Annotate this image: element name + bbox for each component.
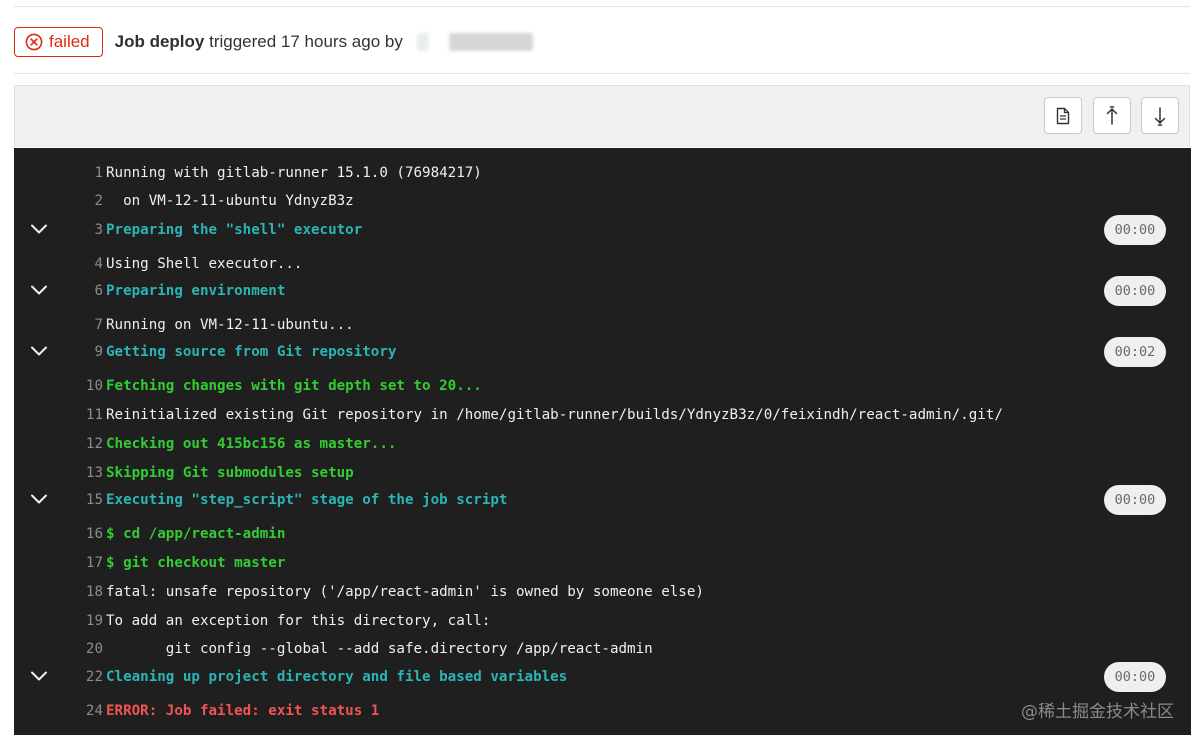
- chevron-down-icon[interactable]: [30, 283, 48, 297]
- line-number[interactable]: 22: [54, 667, 103, 687]
- line-text: Running with gitlab-runner 15.1.0 (76984…: [106, 165, 482, 181]
- log-line: 13 Skipping Git submodules setup: [14, 463, 1191, 483]
- scroll-to-bottom-button[interactable]: [1141, 97, 1179, 134]
- triggered-text: triggered 17 hours ago by: [209, 32, 403, 51]
- log-line: 20 git config --global --add safe.direct…: [14, 639, 1191, 659]
- line-number[interactable]: 19: [54, 611, 103, 631]
- log-line: 11 Reinitialized existing Git repository …: [14, 405, 1191, 425]
- section-duration-badge: 00:00: [1104, 276, 1166, 306]
- log-line: 1 Running with gitlab-runner 15.1.0 (7698…: [14, 163, 1191, 183]
- line-text: Running on VM-12-11-ubuntu...: [106, 317, 354, 333]
- log-line: 18 fatal: unsafe repository ('/app/react-…: [14, 582, 1191, 602]
- scroll-to-bottom-icon: [1154, 106, 1166, 126]
- status-label: failed: [49, 32, 90, 51]
- line-number[interactable]: 1: [54, 163, 103, 183]
- log-section-header[interactable]: 9 Getting source from Git repository 00:02: [14, 337, 1191, 367]
- log-line: 16 $ cd /app/react-admin: [14, 524, 1191, 544]
- log-line: 4 Using Shell executor...: [14, 254, 1191, 274]
- log-line: 2 on VM-12-11-ubuntu YdnyzB3z: [14, 191, 1191, 211]
- log-section-header[interactable]: 22 Cleaning up project directory and file…: [14, 662, 1191, 692]
- line-text: $ git checkout master: [106, 555, 286, 571]
- log-line: 17 $ git checkout master: [14, 553, 1191, 573]
- log-line: 24 ERROR: Job failed: exit status 1: [14, 701, 1191, 721]
- section-duration-badge: 00:00: [1104, 485, 1166, 515]
- header-divider: [14, 73, 1190, 74]
- scroll-to-top-icon: [1106, 105, 1118, 125]
- top-divider: [14, 6, 1190, 7]
- line-text: Preparing environment: [106, 283, 286, 299]
- line-number[interactable]: 24: [54, 701, 103, 721]
- status-badge[interactable]: failed: [14, 27, 103, 57]
- line-text: Preparing the "shell" executor: [106, 222, 363, 238]
- job-log: 1 Running with gitlab-runner 15.1.0 (7698…: [14, 148, 1191, 735]
- job-header: failed Job deploy triggered 17 hours ago…: [14, 25, 1190, 59]
- line-text: git config --global --add safe.directory…: [106, 641, 653, 657]
- chevron-down-icon[interactable]: [30, 669, 48, 683]
- line-text: Getting source from Git repository: [106, 344, 397, 360]
- line-number[interactable]: 3: [54, 220, 103, 240]
- line-text: ERROR: Job failed: exit status 1: [106, 703, 380, 719]
- section-duration-badge: 00:00: [1104, 662, 1166, 692]
- triggerer-user-blurred[interactable]: [416, 33, 533, 51]
- scroll-to-top-button[interactable]: [1093, 97, 1131, 134]
- line-text: To add an exception for this directory, …: [106, 613, 491, 629]
- line-text: Cleaning up project directory and file b…: [106, 669, 568, 685]
- line-number[interactable]: 17: [54, 553, 103, 573]
- line-number[interactable]: 13: [54, 463, 103, 483]
- log-line: 10 Fetching changes with git depth set to…: [14, 376, 1191, 396]
- job-title: Job deploy triggered 17 hours ago by: [115, 32, 403, 52]
- log-section-header[interactable]: 6 Preparing environment 00:00: [14, 276, 1191, 306]
- line-text: Executing "step_script" stage of the job…: [106, 492, 508, 508]
- line-number[interactable]: 20: [54, 639, 103, 659]
- line-number[interactable]: 15: [54, 490, 103, 510]
- chevron-down-icon[interactable]: [30, 344, 48, 358]
- line-number[interactable]: 2: [54, 191, 103, 211]
- log-line: 7 Running on VM-12-11-ubuntu...: [14, 315, 1191, 335]
- line-number[interactable]: 6: [54, 281, 103, 301]
- line-number[interactable]: 7: [54, 315, 103, 335]
- log-section-header[interactable]: 3 Preparing the "shell" executor 00:00: [14, 215, 1191, 245]
- line-number[interactable]: 10: [54, 376, 103, 396]
- job-name: Job deploy: [114, 32, 205, 51]
- log-line: 12 Checking out 415bc156 as master...: [14, 434, 1191, 454]
- line-number[interactable]: 18: [54, 582, 103, 602]
- failed-status-icon: [25, 33, 43, 51]
- line-text: Checking out 415bc156 as master...: [106, 436, 397, 452]
- line-text: fatal: unsafe repository ('/app/react-ad…: [106, 584, 704, 600]
- line-number[interactable]: 4: [54, 254, 103, 274]
- log-line: 19 To add an exception for this directory…: [14, 611, 1191, 631]
- line-text: on VM-12-11-ubuntu YdnyzB3z: [106, 193, 354, 209]
- section-duration-badge: 00:00: [1104, 215, 1166, 245]
- line-text: Fetching changes with git depth set to 2…: [106, 378, 482, 394]
- section-duration-badge: 00:02: [1104, 337, 1166, 367]
- raw-log-button[interactable]: [1044, 97, 1082, 134]
- raw-document-icon: [1056, 107, 1070, 124]
- chevron-down-icon[interactable]: [30, 222, 48, 236]
- line-text: $ cd /app/react-admin: [106, 526, 286, 542]
- log-section-header[interactable]: 15 Executing "step_script" stage of the j…: [14, 485, 1191, 515]
- line-number[interactable]: 11: [54, 405, 103, 425]
- watermark-text: @稀土掘金技术社区: [1021, 702, 1174, 722]
- line-text: Skipping Git submodules setup: [106, 465, 354, 481]
- line-number[interactable]: 12: [54, 434, 103, 454]
- line-number[interactable]: 9: [54, 342, 103, 362]
- line-text: Reinitialized existing Git repository in…: [106, 407, 1003, 423]
- line-text: Using Shell executor...: [106, 256, 303, 272]
- chevron-down-icon[interactable]: [30, 492, 48, 506]
- job-log-toolbar: [14, 85, 1190, 147]
- line-number[interactable]: 16: [54, 524, 103, 544]
